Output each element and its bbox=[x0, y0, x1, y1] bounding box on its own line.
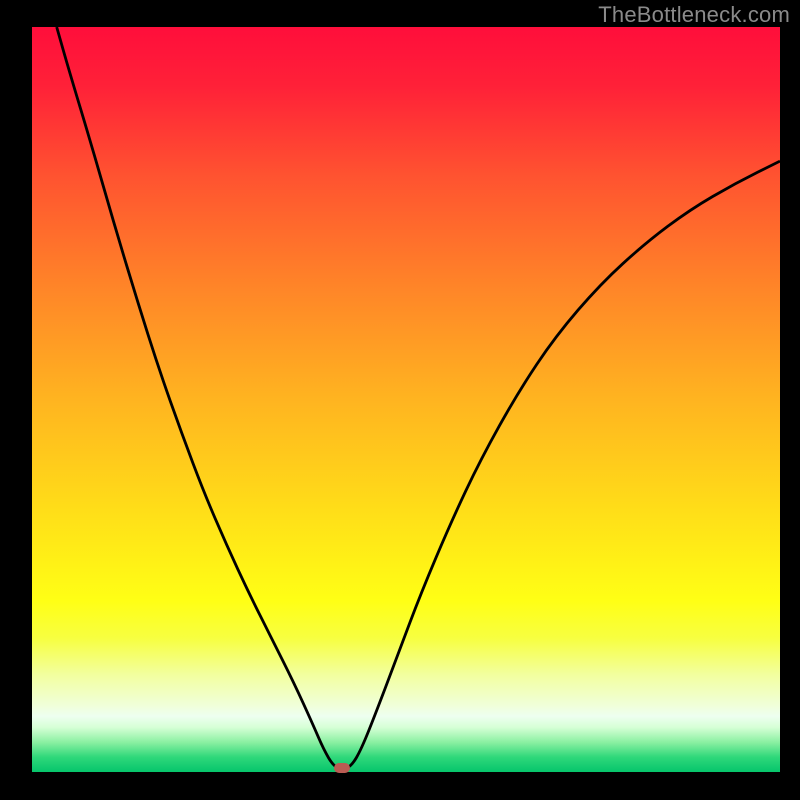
watermark: TheBottleneck.com bbox=[598, 2, 790, 28]
bottleneck-curve bbox=[32, 27, 780, 772]
chart-container: TheBottleneck.com bbox=[0, 0, 800, 800]
optimum-marker bbox=[334, 763, 350, 773]
plot-area bbox=[32, 27, 780, 772]
